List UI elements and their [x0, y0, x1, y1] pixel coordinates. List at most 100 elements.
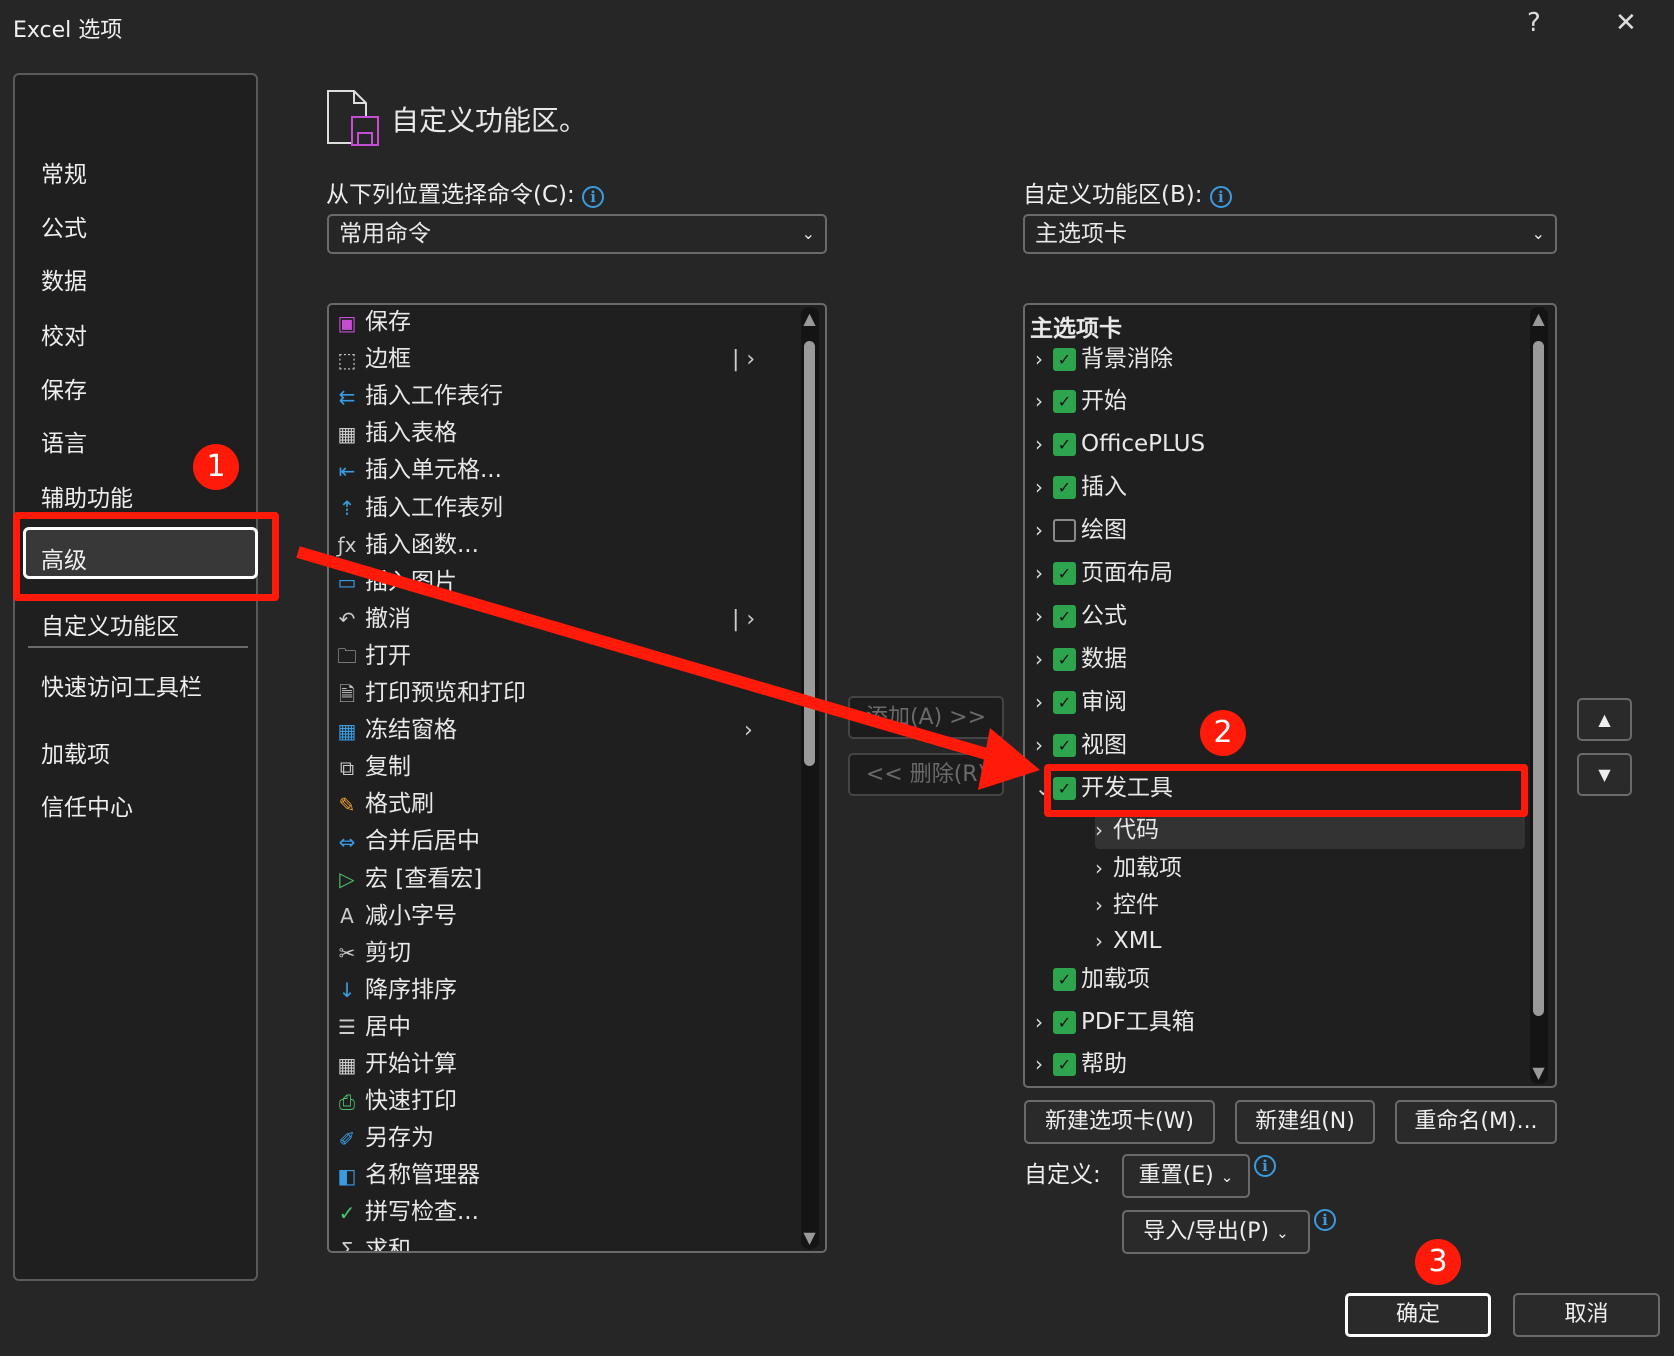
tree-item[interactable]: › ✓ 开始 — [1035, 383, 1535, 420]
tree-item[interactable]: › ✓ 背景消除 — [1035, 341, 1535, 378]
command-item[interactable]: ✐ 另存为 — [329, 1120, 799, 1157]
command-item[interactable]: ⇡ 插入工作表列 — [329, 490, 799, 527]
sidebar-item[interactable]: 辅助功能 — [41, 484, 133, 514]
tab-checkbox[interactable]: ✓ — [1053, 734, 1076, 757]
chevron-right-icon[interactable]: › — [1035, 1004, 1053, 1041]
tab-checkbox[interactable]: ✓ — [1053, 968, 1076, 991]
command-item[interactable]: ▦ 冻结窗格 › — [329, 712, 799, 749]
tab-checkbox[interactable]: ✓ — [1053, 691, 1076, 714]
sidebar-item[interactable]: 信任中心 — [41, 793, 133, 823]
command-item[interactable]: ▣ 保存 — [329, 305, 799, 341]
tree-item[interactable]: › ✓ 审阅 — [1035, 684, 1535, 721]
tab-checkbox[interactable] — [1053, 519, 1076, 542]
chevron-right-icon[interactable]: › — [1095, 887, 1113, 924]
info-icon[interactable]: i — [582, 186, 605, 208]
command-item[interactable]: ↓ 降序排序 — [329, 972, 799, 1009]
cancel-button[interactable]: 取消 — [1513, 1293, 1660, 1337]
commands-list[interactable]: ▣ 保存 ⬚ 边框 | › ⇇ 插入工作表行 ▦ 插入表格 ⇤ 插入单元格... ⇡ 插入工作表列 ƒx 插… — [327, 303, 827, 1253]
scrollbar-thumb[interactable] — [804, 341, 815, 766]
command-item[interactable]: ƒx 插入函数... — [329, 527, 799, 564]
import-export-dropdown[interactable]: 导入/导出(P) ⌄ — [1122, 1210, 1310, 1254]
chevron-right-icon[interactable]: › — [1095, 850, 1113, 887]
scroll-down-icon[interactable]: ▼ — [1530, 1063, 1547, 1082]
new-group-button[interactable]: 新建组(N) — [1235, 1100, 1375, 1144]
tree-item[interactable]: › 控件 — [1095, 887, 1555, 924]
new-tab-button[interactable]: 新建选项卡(W) — [1024, 1100, 1215, 1144]
command-item[interactable]: ↶ 撤消 | › — [329, 601, 799, 638]
tree-item[interactable]: › ✓ OfficePLUS — [1035, 426, 1535, 463]
scroll-up-icon[interactable]: ▲ — [1530, 309, 1547, 328]
remove-button[interactable]: << 删除(R) — [848, 753, 1004, 796]
command-item[interactable]: ⇔ 合并后居中 — [329, 823, 799, 860]
rename-button[interactable]: 重命名(M)... — [1395, 1100, 1557, 1144]
sidebar-item[interactable]: 保存 — [41, 376, 87, 406]
submenu-arrow-icon[interactable]: | › — [732, 341, 755, 378]
tree-item[interactable]: ✓ 加载项 — [1035, 961, 1535, 998]
tree-item[interactable]: › ✓ 数据 — [1035, 641, 1535, 678]
tab-checkbox[interactable]: ✓ — [1053, 1011, 1076, 1034]
tab-checkbox[interactable]: ✓ — [1053, 476, 1076, 499]
chevron-right-icon[interactable]: › — [1035, 598, 1053, 635]
tree-item[interactable]: › ✓ PDF工具箱 — [1035, 1004, 1535, 1041]
command-item[interactable]: ☰ 居中 — [329, 1009, 799, 1046]
tree-scrollbar[interactable]: ▲ ▼ — [1530, 307, 1548, 1084]
command-item[interactable]: ⧉ 复制 — [329, 749, 799, 786]
chevron-right-icon[interactable]: › — [1035, 641, 1053, 678]
tab-checkbox[interactable]: ✓ — [1053, 648, 1076, 671]
add-button[interactable]: 添加(A) >> — [848, 696, 1004, 739]
sidebar-item[interactable]: 快速访问工具栏 — [41, 673, 202, 703]
sidebar-item[interactable]: 数据 — [41, 267, 87, 297]
chevron-right-icon[interactable]: › — [1035, 684, 1053, 721]
tree-item[interactable]: › ✓ 页面布局 — [1035, 555, 1535, 592]
info-icon[interactable]: i — [1254, 1155, 1276, 1177]
chevron-right-icon[interactable]: › — [1035, 555, 1053, 592]
tab-checkbox[interactable]: ✓ — [1053, 1053, 1076, 1076]
command-item[interactable]: 🗀 打开 — [329, 638, 799, 675]
command-item[interactable]: ⬚ 边框 | › — [329, 341, 799, 378]
scroll-down-icon[interactable]: ▼ — [801, 1228, 818, 1247]
info-icon[interactable]: i — [1314, 1209, 1336, 1231]
tree-item[interactable]: › XML — [1095, 923, 1555, 960]
submenu-arrow-icon[interactable]: › — [744, 712, 753, 749]
scrollbar-thumb[interactable] — [1533, 341, 1544, 1016]
tree-item[interactable]: › 绘图 — [1035, 512, 1535, 549]
command-item[interactable]: ◧ 名称管理器 — [329, 1157, 799, 1194]
tree-item[interactable]: › ✓ 公式 — [1035, 598, 1535, 635]
chevron-right-icon[interactable]: › — [1035, 426, 1053, 463]
command-item[interactable]: ✂ 剪切 — [329, 935, 799, 972]
tree-item[interactable]: › ✓ 插入 — [1035, 469, 1535, 506]
command-item[interactable]: A 减小字号 — [329, 898, 799, 935]
sidebar-item[interactable]: 公式 — [41, 214, 87, 244]
sidebar-item[interactable]: 校对 — [41, 322, 87, 352]
tree-item[interactable]: › 代码 — [1095, 812, 1525, 849]
chevron-right-icon[interactable]: › — [1035, 512, 1053, 549]
tree-item[interactable]: › 加载项 — [1095, 850, 1555, 887]
command-item[interactable]: 🗎 打印预览和打印 — [329, 675, 799, 712]
command-item[interactable]: ⎙ 快速打印 — [329, 1083, 799, 1120]
ribbon-tabs-dropdown[interactable]: 主选项卡 ⌄ — [1023, 214, 1557, 254]
chevron-right-icon[interactable]: › — [1095, 812, 1113, 849]
tree-item[interactable]: › ✓ 视图 — [1035, 727, 1535, 764]
info-icon[interactable]: i — [1209, 186, 1232, 208]
commands-from-dropdown[interactable]: 常用命令 ⌄ — [327, 214, 827, 254]
command-item[interactable]: ⇤ 插入单元格... — [329, 452, 799, 489]
command-item[interactable]: ▦ 开始计算 — [329, 1046, 799, 1083]
help-button[interactable]: ? — [1527, 8, 1541, 38]
sidebar-item[interactable]: 自定义功能区 — [41, 612, 179, 642]
chevron-right-icon[interactable]: › — [1035, 383, 1053, 420]
command-item[interactable]: ⇇ 插入工作表行 — [329, 378, 799, 415]
sidebar-item[interactable]: 语言 — [41, 429, 87, 459]
tab-checkbox[interactable]: ✓ — [1053, 348, 1076, 371]
tab-checkbox[interactable]: ✓ — [1053, 605, 1076, 628]
close-button[interactable]: ✕ — [1615, 8, 1637, 38]
ribbon-tree[interactable]: 主选项卡 › ✓ 背景消除 › ✓ 开始 › ✓ OfficePLUS › ✓ 插入 › 绘图 › ✓ 页面布局… — [1023, 303, 1557, 1088]
sidebar-item[interactable]: 常规 — [41, 160, 87, 190]
commands-scrollbar[interactable]: ▲ ▼ — [801, 307, 819, 1249]
chevron-right-icon[interactable]: › — [1035, 341, 1053, 378]
chevron-right-icon[interactable]: › — [1095, 923, 1113, 960]
move-up-button[interactable]: ▲ — [1577, 698, 1632, 741]
tab-checkbox[interactable]: ✓ — [1053, 562, 1076, 585]
command-item[interactable]: ▭ 插入图片 — [329, 564, 799, 601]
tab-checkbox[interactable]: ✓ — [1053, 433, 1076, 456]
chevron-right-icon[interactable]: › — [1035, 469, 1053, 506]
